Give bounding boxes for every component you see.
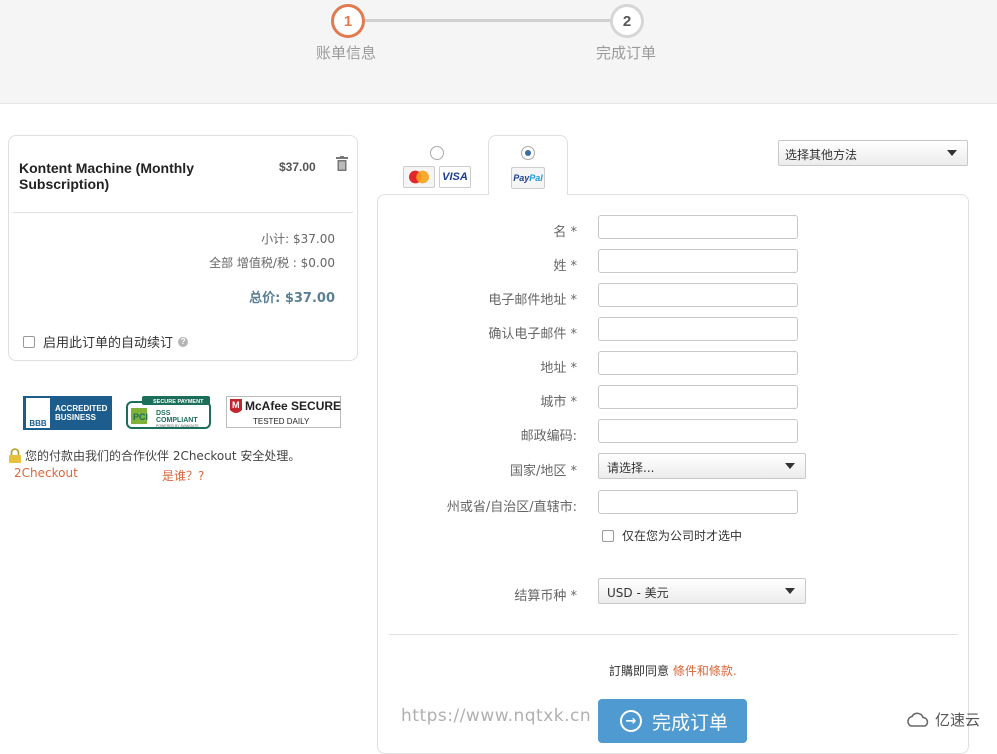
email-label: 电子邮件地址 *	[488, 293, 577, 308]
city-input[interactable]	[598, 385, 798, 409]
order-divider	[13, 212, 353, 213]
arrow-right-icon: →	[620, 710, 642, 732]
chevron-down-icon	[947, 150, 957, 156]
other-method-select[interactable]: 选择其他方法	[778, 140, 968, 166]
total-price: 总价: $37.00	[249, 291, 335, 306]
state-input[interactable]	[598, 490, 798, 514]
paypal-radio[interactable]	[521, 146, 535, 160]
mcafee-main-text: McAfee SECURE	[245, 399, 341, 413]
2checkout-link[interactable]: 2Checkout	[14, 466, 78, 480]
complete-order-label: 完成订单	[652, 711, 729, 734]
paypal-prefix: Pay	[513, 173, 530, 183]
auto-renew-option[interactable]: 启用此订单的自动续订 ?	[23, 332, 189, 351]
brand-watermark: 亿速云	[905, 709, 980, 730]
stepper-connector	[365, 19, 615, 22]
mcafee-sub-text: TESTED DAILY	[253, 417, 310, 426]
lock-icon	[9, 448, 21, 463]
svg-text:M: M	[232, 400, 240, 410]
pci-bottom: POWERED BY AVANGATE	[156, 424, 199, 428]
currency-label: 结算币种 *	[514, 589, 577, 604]
who-is-2checkout-link[interactable]: 是谁？?	[162, 467, 204, 484]
product-price: $37.00	[279, 160, 316, 174]
bbb-line-1: ACCREDITED	[55, 404, 108, 413]
first-name-label: 名 *	[553, 225, 577, 240]
pci-top-text: SECURE PAYMENT	[153, 399, 204, 405]
tab-credit-card[interactable]: VISA	[397, 142, 477, 194]
pci-dss-badge: SECURE PAYMENT PCI DSS COMPLIANT POWERED…	[126, 396, 211, 429]
svg-text:PCI: PCI	[133, 412, 148, 422]
last-name-input[interactable]	[598, 249, 798, 273]
bbb-line-2: BUSINESS	[55, 413, 96, 422]
company-label: 仅在您为公司时才选中	[622, 529, 743, 543]
product-name: Kontent Machine (Monthly Subscription)	[19, 160, 194, 192]
country-label: 国家/地区 *	[509, 464, 577, 479]
step-2-label: 完成订单	[596, 44, 657, 62]
currency-select[interactable]: USD - 美元	[598, 578, 806, 604]
pci-main-2: COMPLIANT	[156, 417, 198, 424]
currency-select-value: USD - 美元	[607, 586, 669, 600]
visa-icon: VISA	[439, 166, 471, 188]
bbb-badge-text: ACCREDITED BUSINESS	[55, 404, 107, 422]
address-input[interactable]	[598, 351, 798, 375]
country-select[interactable]: 请选择...	[598, 453, 806, 479]
bbb-logo-icon: BBB	[26, 398, 50, 428]
tax-line: 全部 增值税/税 : $0.00	[209, 256, 335, 270]
last-name-label: 姓 *	[553, 259, 577, 274]
auto-renew-label: 启用此订单的自动续订	[43, 336, 174, 351]
postal-code-label: 邮政编码:	[520, 429, 577, 444]
mastercard-icon	[403, 166, 435, 188]
company-checkbox[interactable]	[602, 529, 614, 542]
form-divider	[389, 634, 958, 635]
email-confirm-label: 确认电子邮件 *	[488, 327, 577, 342]
chevron-down-icon	[785, 463, 795, 469]
email-input[interactable]	[598, 283, 798, 307]
address-label: 地址 *	[540, 361, 577, 376]
paypal-suffix: Pal	[529, 173, 543, 183]
bbb-accredited-badge: BBB ACCREDITED BUSINESS	[23, 396, 112, 430]
step-1-label: 账单信息	[316, 44, 377, 62]
credit-card-radio[interactable]	[430, 146, 444, 160]
city-label: 城市 *	[540, 395, 577, 410]
postal-code-input[interactable]	[598, 419, 798, 443]
state-label: 州或省/自治区/直辖市:	[446, 500, 577, 515]
secure-note-text: 您的付款由我们的合作伙伴 2Checkout 安全处理。	[25, 449, 301, 463]
step-2-indicator: 2	[610, 4, 644, 38]
brand-watermark-text: 亿速云	[935, 711, 981, 729]
subtotal: 小计: $37.00	[261, 232, 335, 246]
trash-icon[interactable]	[336, 156, 348, 171]
mcafee-secure-badge: M McAfee SECURE TESTED DAILY	[226, 396, 341, 428]
terms-link[interactable]: 條件和條款.	[673, 664, 737, 678]
auto-renew-checkbox[interactable]	[23, 335, 35, 348]
terms-agreement: 訂購即同意 條件和條款.	[609, 662, 737, 679]
pci-main-1: DSS	[156, 410, 171, 417]
help-icon[interactable]: ?	[178, 336, 189, 347]
checkout-stepper: 1 2 账单信息 完成订单	[0, 0, 997, 104]
chevron-down-icon	[785, 588, 795, 594]
country-select-value: 请选择...	[607, 461, 655, 475]
step-1-indicator: 1	[331, 4, 365, 38]
order-summary: Kontent Machine (Monthly Subscription) $…	[8, 135, 358, 361]
agree-text: 訂購即同意	[609, 664, 670, 678]
first-name-input[interactable]	[598, 215, 798, 239]
company-option[interactable]: 仅在您为公司时才选中	[602, 527, 742, 544]
site-watermark: https://www.nqtxk.cn	[401, 706, 592, 726]
email-confirm-input[interactable]	[598, 317, 798, 341]
tab-paypal[interactable]: Pay Pal	[488, 135, 568, 195]
complete-order-button[interactable]: → 完成订单	[598, 699, 747, 743]
cloud-icon	[907, 712, 929, 727]
other-method-value: 选择其他方法	[785, 148, 858, 162]
paypal-icon: Pay Pal	[511, 167, 545, 189]
